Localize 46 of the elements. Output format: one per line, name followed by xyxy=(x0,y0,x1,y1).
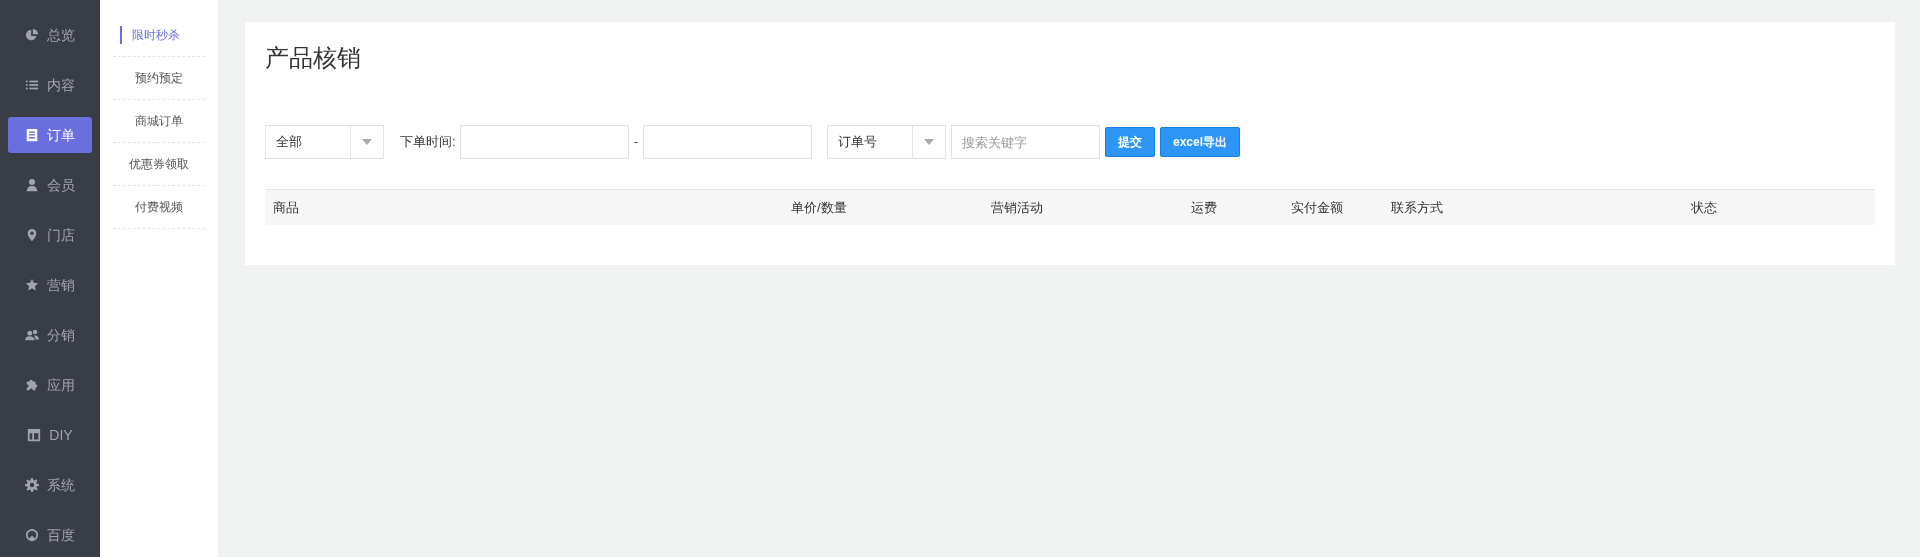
sidebar-item[interactable]: DIY xyxy=(8,417,92,453)
select-dropdown[interactable]: 订单号 xyxy=(826,125,946,159)
sidebar-item[interactable]: 系统 xyxy=(8,467,92,503)
submenu-item[interactable]: 商城订单 xyxy=(135,112,183,130)
export-button[interactable]: excel导出 xyxy=(1159,127,1240,157)
users-icon xyxy=(25,328,39,342)
column-header: 营销活动 xyxy=(990,199,1043,215)
date-input-field[interactable] xyxy=(459,125,629,159)
sidebar-item[interactable]: 百度 xyxy=(8,517,92,553)
sidebar-item[interactable]: 应用 xyxy=(8,367,92,403)
sidebar-item[interactable]: 门店 xyxy=(8,217,92,253)
search-field[interactable]: 搜索关键字 xyxy=(950,125,1100,159)
caret-icon xyxy=(362,139,372,145)
sidebar-item[interactable]: 订单 xyxy=(8,117,92,153)
submenu-item[interactable]: 预约预定 xyxy=(135,69,183,87)
sidebar-item[interactable]: 总览 xyxy=(8,17,92,53)
column-header: 联系方式 xyxy=(1390,199,1443,215)
location-pin-icon xyxy=(25,228,39,242)
layout-icon xyxy=(27,428,42,442)
sidebar-item[interactable]: 分销 xyxy=(8,317,92,353)
list-icon xyxy=(25,78,39,92)
filter-label: 下单时间: xyxy=(400,133,456,152)
sidebar-item[interactable]: 会员 xyxy=(8,167,92,203)
submenu-item[interactable]: 优惠券领取 xyxy=(129,155,189,173)
pie-chart-icon xyxy=(25,28,39,42)
column-header: 实付金额 xyxy=(1290,199,1343,215)
sidebar-item[interactable]: 内容 xyxy=(8,67,92,103)
date-input-field[interactable] xyxy=(642,125,812,159)
settings-icon xyxy=(25,478,39,492)
range-separator: - xyxy=(633,133,638,152)
user-icon xyxy=(25,178,39,192)
column-header: 运费 xyxy=(1190,199,1217,215)
column-header: 商品 xyxy=(272,199,299,215)
submenu-item[interactable]: 付费视频 xyxy=(135,198,183,216)
caret-icon xyxy=(923,139,934,145)
star-icon xyxy=(25,278,39,292)
submenu-item[interactable]: 限时秒杀 xyxy=(120,26,180,44)
select-dropdown[interactable]: 全部 xyxy=(265,125,384,159)
document-icon xyxy=(25,128,39,142)
circle-logo-icon xyxy=(25,528,39,542)
column-header: 状态 xyxy=(1690,199,1717,215)
column-header: 单价/数量 xyxy=(790,199,847,215)
puzzle-icon xyxy=(25,378,39,392)
sidebar-item[interactable]: 营销 xyxy=(8,267,92,303)
submit-button[interactable]: 提交 xyxy=(1104,127,1155,157)
page-title: 产品核销 xyxy=(265,43,362,73)
